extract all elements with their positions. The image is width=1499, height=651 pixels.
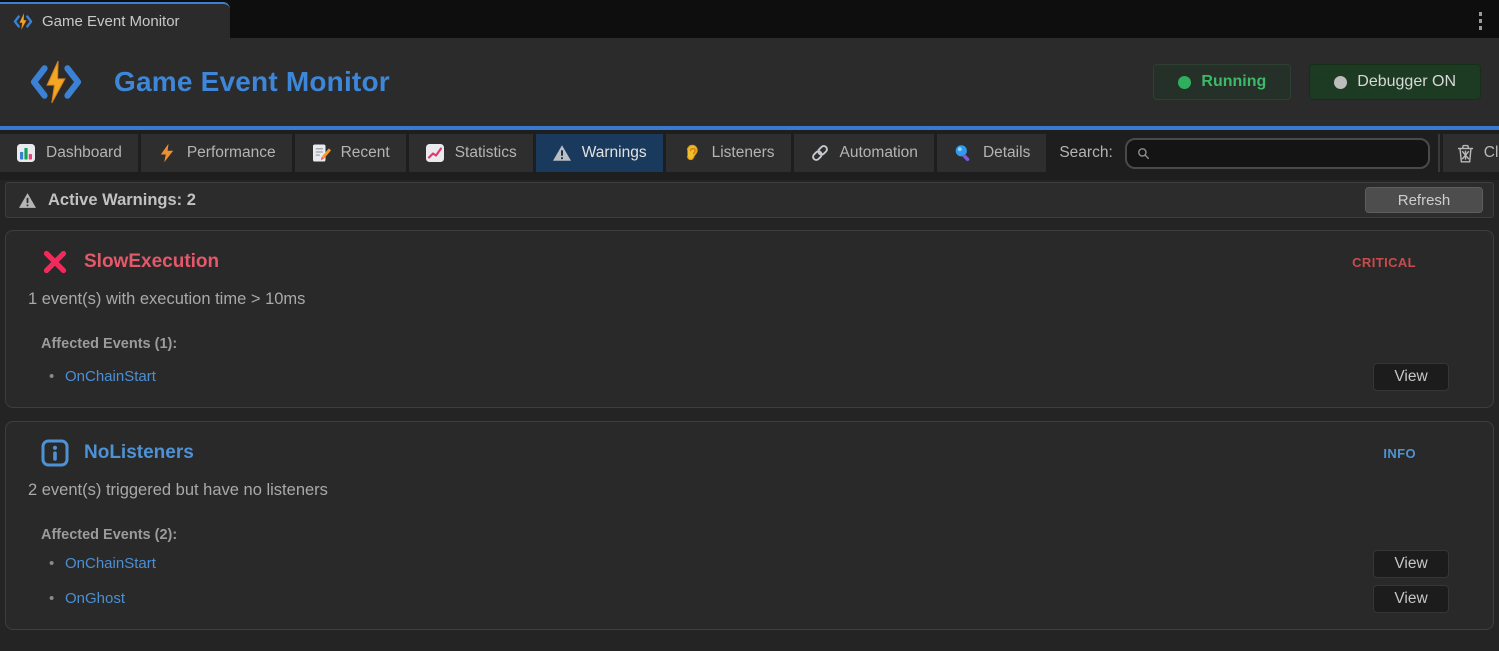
view-button[interactable]: View	[1373, 585, 1449, 613]
warning-triangle-icon	[552, 143, 572, 163]
event-link[interactable]: OnGhost	[65, 590, 125, 607]
tab-dashboard[interactable]: Dashboard	[0, 134, 138, 172]
page-title: Game Event Monitor	[114, 66, 390, 98]
affected-event-row: • OnChainStart View	[41, 362, 1471, 391]
status-badges: Running Debugger ON	[1153, 64, 1481, 100]
clear-button[interactable]: Clear	[1443, 134, 1499, 172]
severity-badge: CRITICAL	[1352, 255, 1416, 270]
code-lightning-icon	[13, 13, 33, 30]
window-tab-title: Game Event Monitor	[42, 13, 180, 30]
gray-status-dot-icon	[1334, 76, 1347, 89]
warning-card-nolisteners: NoListeners INFO 2 event(s) triggered bu…	[5, 421, 1494, 630]
affected-events-label: Affected Events (2):	[41, 527, 1471, 543]
warnings-panel: Active Warnings: 2 Refresh SlowExecution…	[0, 180, 1499, 651]
tab-label: Listeners	[712, 144, 775, 162]
code-lightning-logo	[28, 59, 84, 105]
tab-label: Dashboard	[46, 144, 122, 162]
tab-label: Statistics	[455, 144, 517, 162]
tab-label: Automation	[840, 144, 918, 162]
magnifier-icon	[953, 143, 973, 163]
lightning-icon	[157, 143, 177, 163]
debugger-status-label: Debugger ON	[1357, 73, 1456, 91]
window-tab[interactable]: Game Event Monitor	[0, 2, 230, 38]
event-link[interactable]: OnChainStart	[65, 368, 156, 385]
search-label: Search:	[1059, 144, 1112, 162]
tab-listeners[interactable]: Listeners	[666, 134, 791, 172]
warning-description: 1 event(s) with execution time > 10ms	[28, 290, 1471, 309]
titlebar: Game Event Monitor	[0, 0, 1499, 38]
bullet-icon: •	[41, 590, 65, 607]
warning-name: NoListeners	[84, 442, 194, 464]
warning-description: 2 event(s) triggered but have no listene…	[28, 481, 1471, 500]
view-button[interactable]: View	[1373, 363, 1449, 391]
search-icon	[1137, 147, 1150, 160]
active-warnings-bar: Active Warnings: 2 Refresh	[5, 182, 1494, 218]
bullet-icon: •	[41, 368, 65, 385]
trash-icon	[1457, 144, 1474, 163]
tab-automation[interactable]: Automation	[794, 134, 934, 172]
bar-chart-icon	[16, 143, 36, 163]
affected-events-label: Affected Events (1):	[41, 336, 1471, 352]
tab-performance[interactable]: Performance	[141, 134, 292, 172]
info-icon	[41, 439, 69, 467]
tab-label: Performance	[187, 144, 276, 162]
chart-up-icon	[425, 143, 445, 163]
warning-card-header: NoListeners INFO	[28, 439, 1471, 467]
refresh-button[interactable]: Refresh	[1365, 187, 1483, 213]
tab-recent[interactable]: Recent	[295, 134, 406, 172]
warning-name: SlowExecution	[84, 251, 219, 273]
kebab-menu-icon[interactable]	[1476, 9, 1486, 33]
warning-card-slowexecution: SlowExecution CRITICAL 1 event(s) with e…	[5, 230, 1494, 408]
tab-label: Warnings	[582, 144, 647, 162]
view-button[interactable]: View	[1373, 550, 1449, 578]
search-area: Search:	[1059, 138, 1429, 169]
warning-triangle-icon	[18, 192, 37, 209]
running-status-badge: Running	[1153, 64, 1291, 100]
clear-button-label: Clear	[1484, 144, 1499, 162]
event-link[interactable]: OnChainStart	[65, 555, 156, 572]
tab-bar: Dashboard Performance Recent Statistics …	[0, 130, 1499, 180]
warning-card-header: SlowExecution CRITICAL	[28, 248, 1471, 276]
affected-event-row: • OnChainStart View	[41, 549, 1471, 578]
link-icon	[810, 143, 830, 163]
tab-details[interactable]: Details	[937, 134, 1046, 172]
bullet-icon: •	[41, 555, 65, 572]
severity-badge: INFO	[1383, 446, 1416, 461]
header: Game Event Monitor Running Debugger ON	[0, 38, 1499, 126]
ear-icon	[682, 143, 702, 163]
running-status-label: Running	[1201, 73, 1266, 91]
tab-statistics[interactable]: Statistics	[409, 134, 533, 172]
toolbar-separator	[1438, 134, 1440, 172]
affected-event-row: • OnGhost View	[41, 584, 1471, 613]
memo-icon	[311, 143, 331, 163]
green-status-dot-icon	[1178, 76, 1191, 89]
tab-warnings[interactable]: Warnings	[536, 134, 663, 172]
active-warnings-title: Active Warnings: 2	[48, 191, 196, 210]
search-box[interactable]	[1125, 138, 1430, 169]
game-event-monitor-window: Game Event Monitor Game Event Monitor Ru…	[0, 0, 1499, 651]
debugger-status-badge[interactable]: Debugger ON	[1309, 64, 1481, 100]
tab-label: Details	[983, 144, 1030, 162]
tab-label: Recent	[341, 144, 390, 162]
cross-icon	[41, 248, 69, 276]
search-input[interactable]	[1157, 145, 1418, 161]
